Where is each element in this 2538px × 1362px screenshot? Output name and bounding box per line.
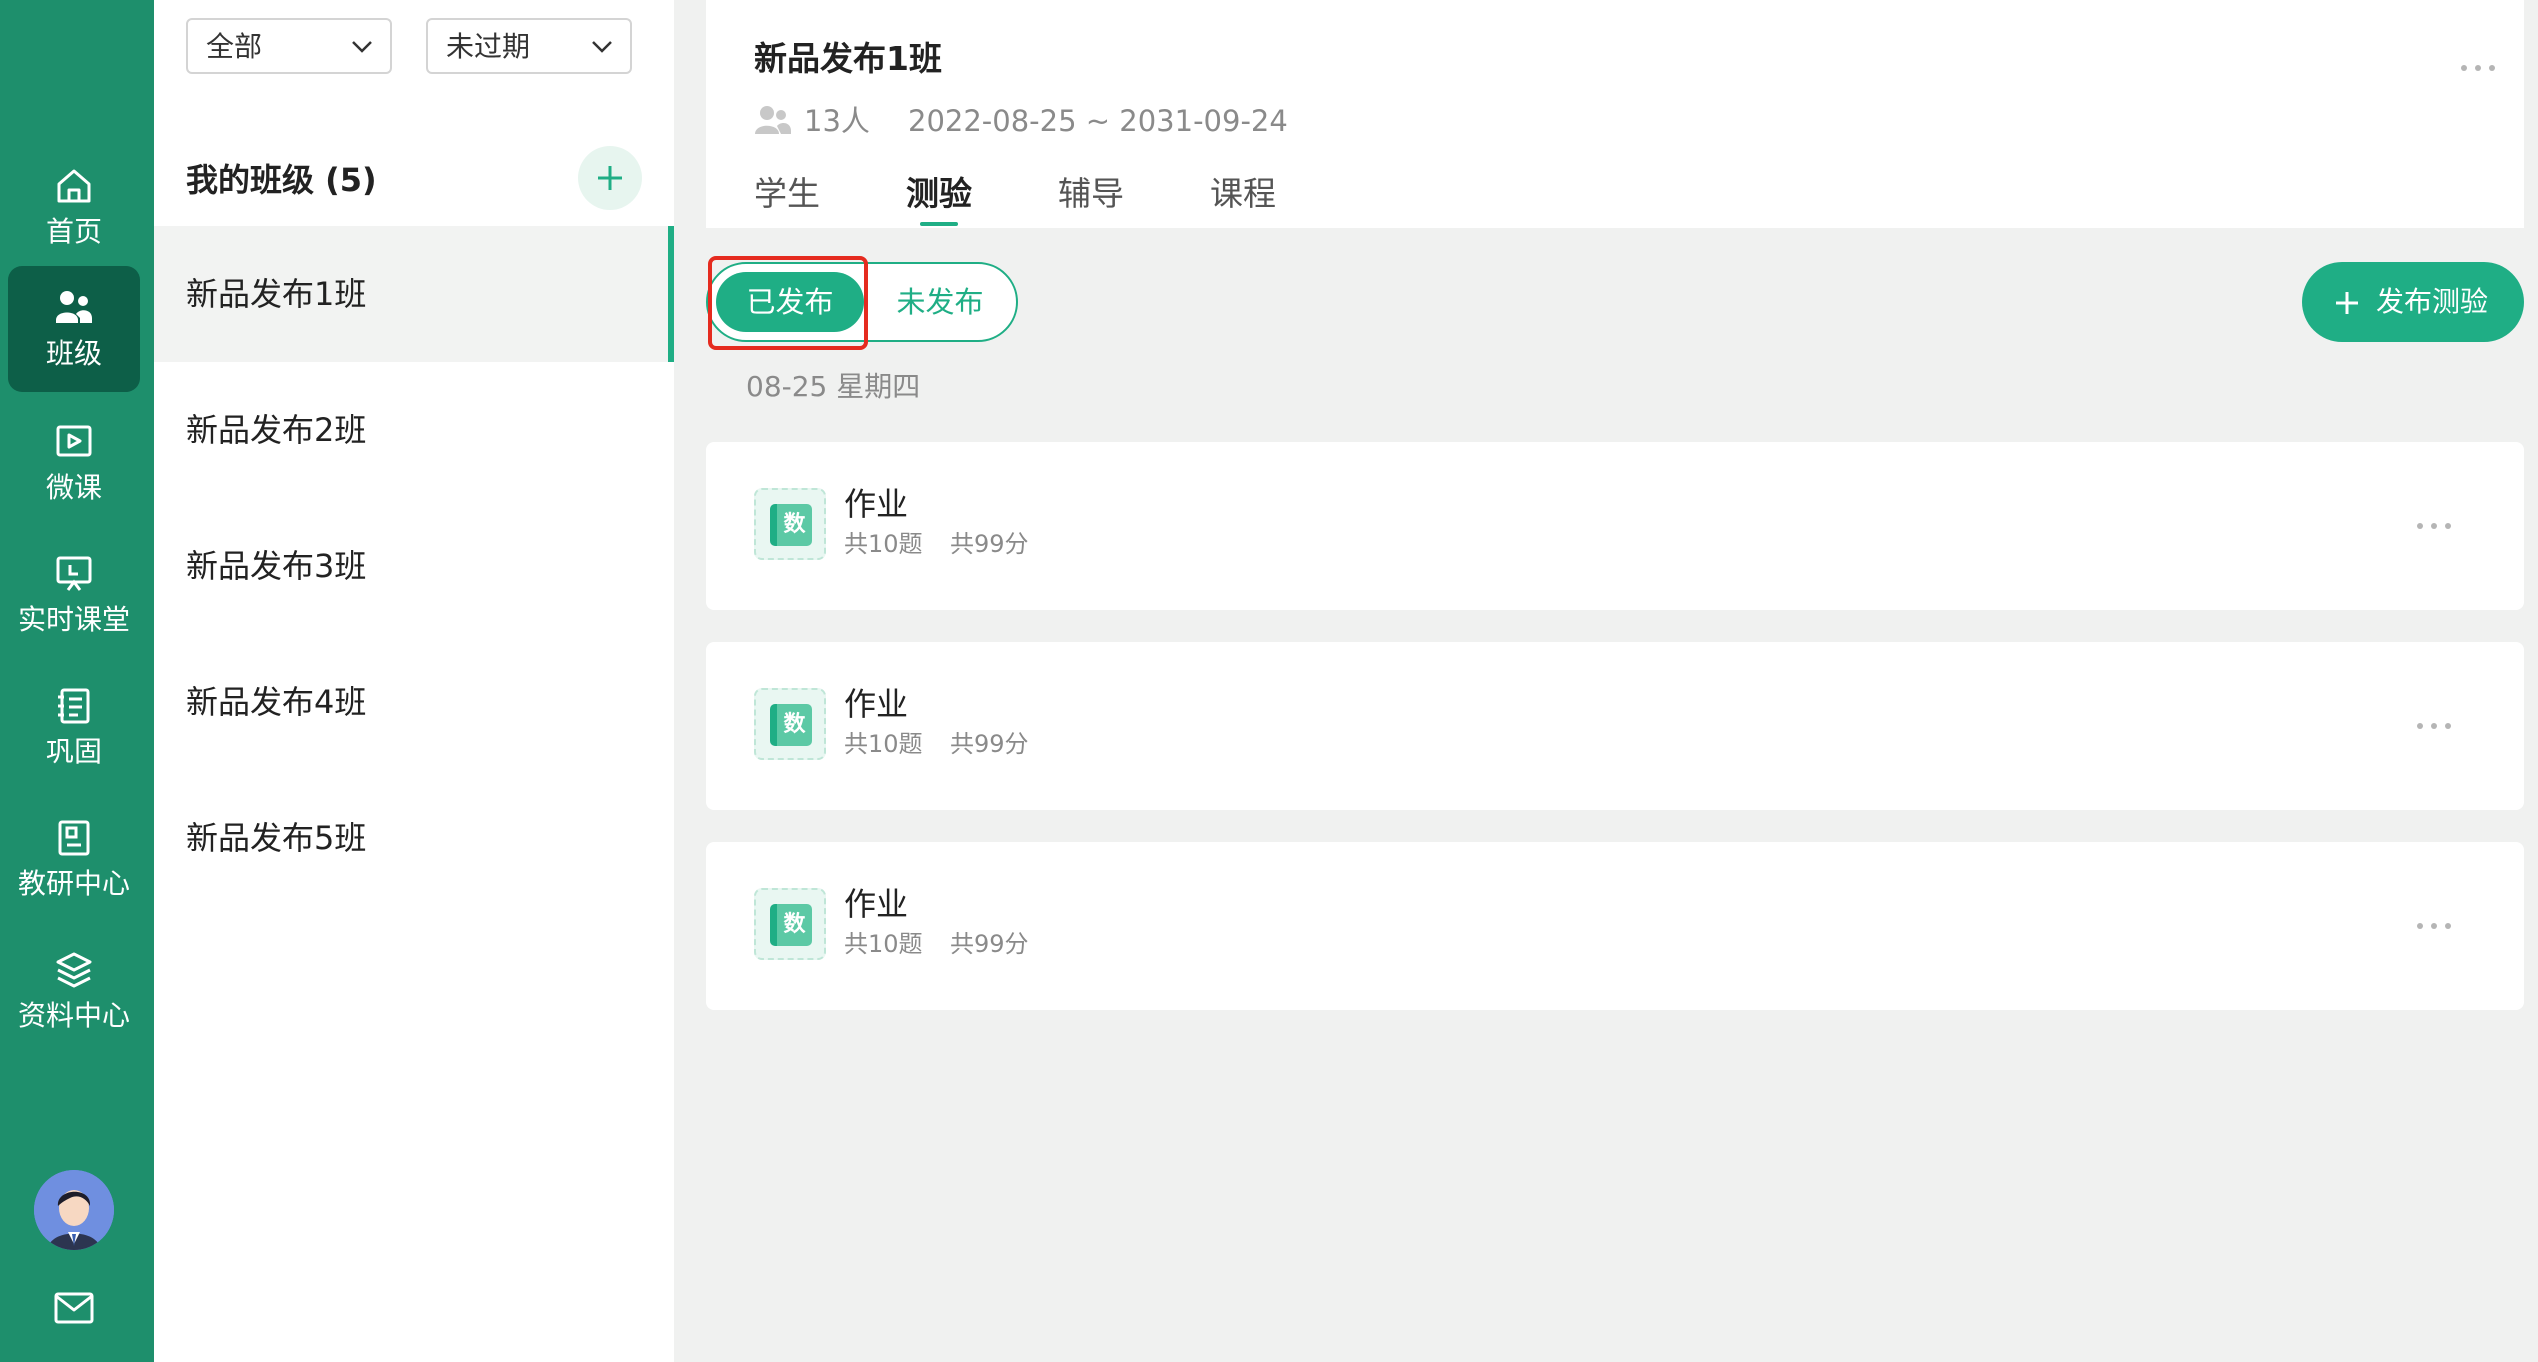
more-options-icon[interactable] — [2414, 720, 2454, 732]
more-options-icon[interactable] — [2414, 520, 2454, 532]
quiz-title: 作业 — [844, 685, 909, 723]
user-avatar[interactable] — [34, 1170, 114, 1250]
more-options-icon[interactable] — [2414, 920, 2454, 932]
nav-item-live-classroom[interactable]: 实时课堂 — [8, 532, 140, 658]
math-subject-icon: 数 — [754, 888, 826, 960]
class-name: 新品发布1班 — [186, 275, 367, 313]
more-options-icon[interactable] — [2458, 62, 2498, 74]
unpublished-segment[interactable]: 未发布 — [868, 272, 1012, 332]
quiz-date-label: 08-25 星期四 — [746, 370, 921, 403]
status-filter-value: 未过期 — [446, 30, 531, 63]
quiz-total-score: 共99分 — [950, 730, 1029, 758]
nav-item-resource-center[interactable]: 资料中心 — [8, 928, 140, 1054]
class-name: 新品发布4班 — [186, 683, 367, 721]
class-list-title: 我的班级 (5) — [186, 161, 377, 199]
nav-item-label: 资料中心 — [17, 999, 130, 1032]
chevron-down-icon — [352, 41, 372, 53]
quiz-total-score: 共99分 — [950, 530, 1029, 558]
quiz-question-count: 共10题 — [844, 530, 923, 558]
tab-students[interactable]: 学生 — [754, 172, 820, 216]
math-subject-icon: 数 — [754, 688, 826, 760]
add-class-button[interactable] — [578, 146, 642, 210]
class-list-item[interactable]: 新品发布2班 — [154, 362, 674, 498]
research-center-icon — [58, 820, 90, 856]
tab-quiz[interactable]: 测验 — [906, 172, 972, 226]
app-window: 首页 班级 微课 实时课堂 巩固 教研中心 资料中心 全部 未过期 我的班级 (… — [0, 0, 2538, 1362]
quiz-question-count: 共10题 — [844, 930, 923, 958]
quiz-card[interactable]: 数 作业 共10题 共99分 — [706, 842, 2524, 1010]
consolidate-icon — [58, 688, 90, 724]
scope-filter-select[interactable]: 全部 — [186, 18, 392, 74]
nav-item-label: 教研中心 — [17, 867, 130, 900]
nav-item-home[interactable]: 首页 — [8, 144, 140, 270]
publish-status-toggle: 已发布 未发布 — [706, 262, 1018, 342]
quiz-total-score: 共99分 — [950, 930, 1029, 958]
nav-item-label: 实时课堂 — [17, 603, 130, 636]
class-name: 新品发布5班 — [186, 819, 367, 857]
live-classroom-icon — [56, 556, 92, 591]
subject-badge-text: 数 — [783, 512, 806, 537]
resource-center-icon — [56, 952, 92, 988]
nav-item-micro-course[interactable]: 微课 — [8, 400, 140, 526]
class-name: 新品发布2班 — [186, 411, 367, 449]
publish-quiz-label: 发布测验 — [2376, 285, 2489, 318]
class-title: 新品发布1班 — [754, 39, 942, 78]
status-filter-select[interactable]: 未过期 — [426, 18, 632, 74]
class-date-range: 2022-08-25 ~ 2031-09-24 — [908, 104, 1288, 138]
micro-course-icon — [56, 425, 92, 457]
subject-badge-text: 数 — [783, 712, 806, 737]
nav-rail: 首页 班级 微课 实时课堂 巩固 教研中心 资料中心 — [0, 0, 154, 1362]
tab-courses[interactable]: 课程 — [1210, 172, 1276, 216]
class-list-item[interactable]: 新品发布1班 — [154, 226, 674, 362]
class-icon — [56, 291, 92, 323]
nav-item-research-center[interactable]: 教研中心 — [8, 796, 140, 922]
scope-filter-value: 全部 — [206, 30, 263, 63]
avatar-icon — [34, 1170, 114, 1250]
nav-item-label: 首页 — [45, 215, 102, 248]
nav-item-class[interactable]: 班级 — [8, 266, 140, 392]
published-segment[interactable]: 已发布 — [716, 272, 864, 332]
plus-icon — [2336, 292, 2358, 314]
math-subject-icon: 数 — [754, 488, 826, 560]
class-list-item[interactable]: 新品发布3班 — [154, 498, 674, 634]
class-detail-main: 新品发布1班 13人 2022-08-25 ~ 2031-09-24 学生 测验… — [706, 0, 2538, 1362]
class-list-panel: 全部 未过期 我的班级 (5) 新品发布1班 新品发布2班 新品发布3班 新品发… — [154, 0, 674, 1362]
publish-quiz-button[interactable]: 发布测验 — [2302, 262, 2524, 342]
nav-item-label: 巩固 — [45, 735, 102, 768]
class-detail-header: 新品发布1班 13人 2022-08-25 ~ 2031-09-24 学生 测验… — [706, 0, 2524, 228]
people-icon — [755, 106, 791, 134]
nav-item-consolidate[interactable]: 巩固 — [8, 664, 140, 790]
quiz-card[interactable]: 数 作业 共10题 共99分 — [706, 642, 2524, 810]
class-list-item[interactable]: 新品发布4班 — [154, 634, 674, 770]
chevron-down-icon — [592, 41, 612, 53]
quiz-question-count: 共10题 — [844, 730, 923, 758]
tab-tutoring[interactable]: 辅导 — [1058, 172, 1124, 216]
plus-icon — [598, 166, 622, 190]
quiz-card[interactable]: 数 作业 共10题 共99分 — [706, 442, 2524, 610]
nav-item-label: 微课 — [45, 471, 102, 504]
mail-icon[interactable] — [53, 1290, 95, 1326]
member-count-text: 13人 — [804, 104, 870, 138]
class-name: 新品发布3班 — [186, 547, 367, 585]
nav-item-label: 班级 — [45, 337, 102, 370]
class-list-item[interactable]: 新品发布5班 — [154, 770, 674, 906]
quiz-title: 作业 — [844, 485, 909, 523]
quiz-title: 作业 — [844, 885, 909, 923]
subject-badge-text: 数 — [783, 912, 806, 937]
home-icon — [57, 169, 91, 203]
